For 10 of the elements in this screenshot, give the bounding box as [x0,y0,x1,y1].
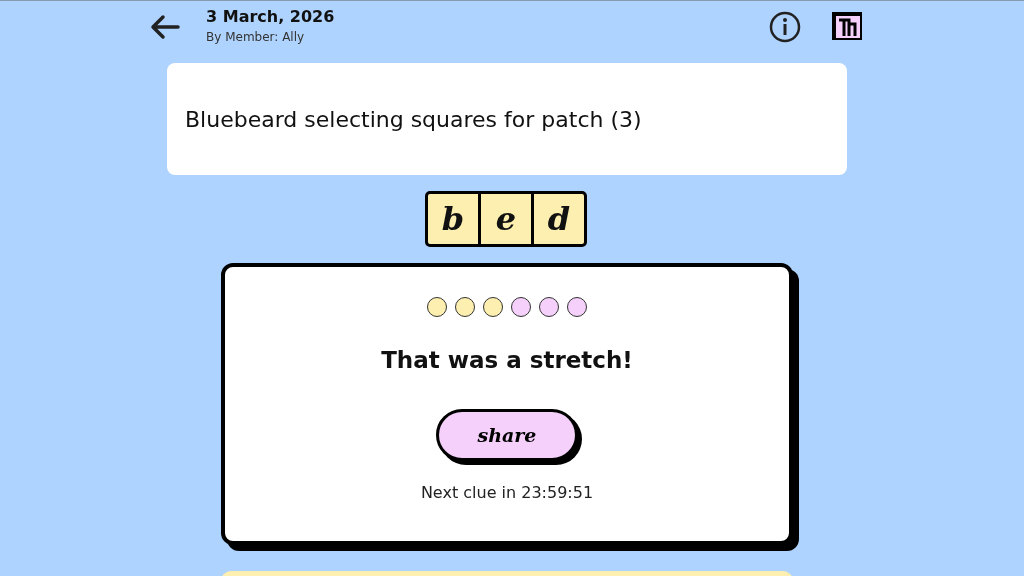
logo-icon[interactable] [832,12,864,42]
info-icon[interactable] [768,10,802,44]
result-message: That was a stretch! [381,347,633,373]
answer-letter: e [478,194,531,244]
answer-letter: d [531,194,584,244]
answer-letter: b [440,199,466,240]
puzzle-date: 3 March, 2026 [206,6,335,26]
clue-text: Bluebeard selecting squares for patch (3) [167,63,847,175]
author-label: By Member: Ally [206,29,306,44]
countdown-text: Next clue in 23:59:51 [420,483,594,502]
